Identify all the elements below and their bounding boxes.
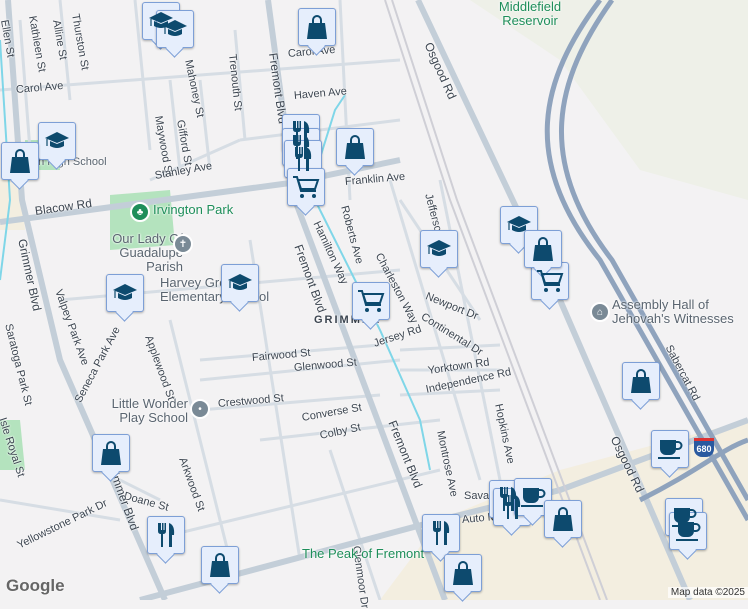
place-reservoir[interactable]: Middlefield Reservoir [490,0,570,28]
place-pin-icon: • [190,399,210,419]
school-icon [227,272,253,294]
school-icon [44,130,70,152]
cart-icon [292,174,320,200]
cart-icon [536,268,564,294]
highway-shield: 680 [694,438,714,457]
restaurant-marker[interactable] [147,516,185,554]
place-assembly-hall[interactable]: Assembly Hall of Jehovah's Witnesses [612,298,744,326]
place-little-wonder[interactable]: Little Wonder Play School [100,397,188,425]
cart-marker[interactable] [531,262,569,300]
bag-marker[interactable] [544,500,582,538]
cart-marker[interactable] [287,168,325,206]
place-our-lady[interactable]: Our Lady Of Guadalupe Parish [93,232,183,274]
bag-marker[interactable] [1,142,39,180]
bag-icon [630,368,652,394]
school-icon [426,238,452,260]
school-marker[interactable] [420,230,458,268]
school-marker[interactable] [106,274,144,312]
park-icon[interactable]: ♣ [130,202,150,222]
school-marker[interactable] [38,122,76,160]
bag-icon [532,236,554,262]
church-icon: ✝ [173,234,193,254]
restaurant-icon [155,522,177,548]
worship-icon: ⌂ [590,302,610,322]
coffee-icon [656,437,684,461]
bag-icon [209,552,231,578]
restaurant-icon [430,520,452,546]
school-marker[interactable] [221,264,259,302]
coffee-icon [519,485,547,509]
school-icon [112,282,138,304]
bag-marker[interactable] [444,554,482,592]
bag-icon [306,14,328,40]
bag-marker[interactable] [622,362,660,400]
bag-icon [452,560,474,586]
restaurant-icon [292,146,314,172]
bag-icon [9,148,31,174]
cart-icon [357,288,385,314]
bag-marker[interactable] [201,546,239,584]
school-icon [506,214,532,236]
coffee-icon [674,519,702,543]
restaurant-marker[interactable] [422,514,460,552]
coffee-marker[interactable] [651,430,689,468]
place-peak-of-fremont[interactable]: The Peak of Fremont [302,546,424,561]
bag-marker[interactable] [298,8,336,46]
place-irvington-park[interactable]: Irvington Park [153,202,233,217]
bag-marker[interactable] [92,434,130,472]
map-attribution[interactable]: Map data ©2025 [667,587,748,598]
bag-icon [344,134,366,160]
bag-icon [100,440,122,466]
cart-marker[interactable] [352,282,390,320]
google-logo: Google [6,576,65,595]
school-icon [162,18,188,40]
bag-icon [552,506,574,532]
bag-marker[interactable] [336,128,374,166]
